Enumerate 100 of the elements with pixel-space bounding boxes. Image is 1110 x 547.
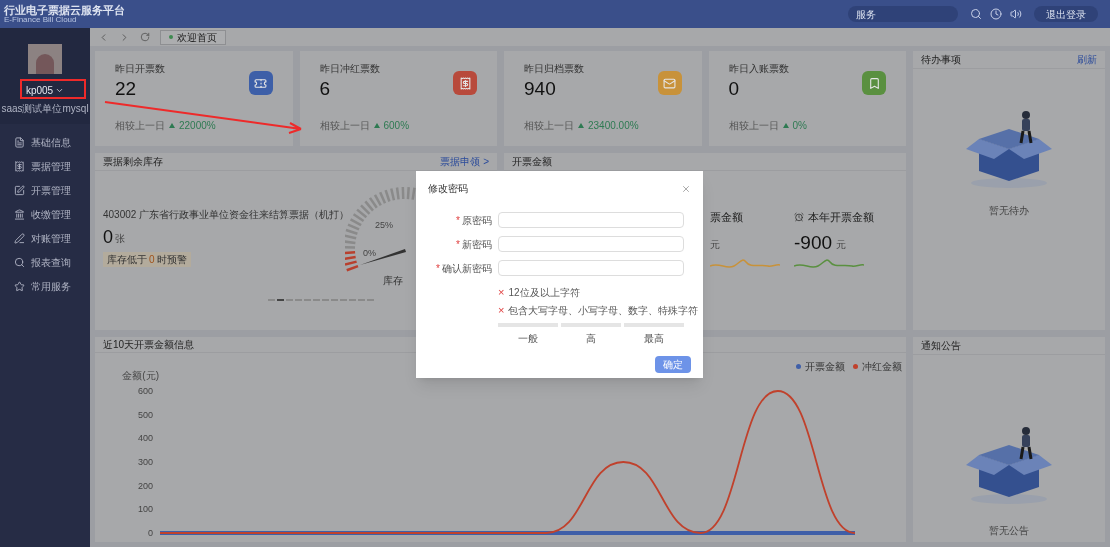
- password-field[interactable]: [498, 212, 684, 228]
- required-mark: *: [456, 237, 460, 252]
- sidebar-item[interactable]: 基础信息: [0, 130, 90, 154]
- stat-label: 昨日开票数: [115, 62, 166, 76]
- caret-icon: [55, 86, 65, 95]
- cross-icon: ×: [498, 305, 505, 316]
- app-title: 行业电子票据云服务平台: [4, 4, 125, 16]
- password-field[interactable]: [498, 260, 684, 276]
- warning-value: 0: [149, 253, 155, 267]
- annotation-box: [20, 79, 86, 99]
- y-tick-label: 200: [137, 480, 153, 491]
- field-label: 新密码: [462, 237, 492, 252]
- user-menu[interactable]: kp005: [25, 83, 65, 98]
- sidebar-item[interactable]: 常用服务: [0, 274, 90, 298]
- y-tick-label: 600: [137, 386, 153, 396]
- sidebar-item[interactable]: 开票管理: [0, 178, 90, 202]
- refresh-icon[interactable]: [140, 32, 150, 42]
- panel-title: 待办事项: [921, 53, 961, 67]
- stat-label: 昨日冲红票数: [319, 62, 381, 76]
- panel-title: 票据剩余库存: [103, 155, 163, 169]
- strength-label: 最高: [644, 332, 664, 346]
- y-tick-label: 500: [137, 409, 153, 420]
- stat-change: 23400.00%: [588, 118, 639, 133]
- amount-unit: 元: [836, 237, 847, 252]
- menu-icon: [14, 256, 25, 268]
- menu-icon: [14, 184, 25, 196]
- stat-value: 6: [319, 77, 332, 101]
- stat-icon: [254, 76, 267, 90]
- dialog-title: 修改密码: [428, 182, 468, 196]
- up-triangle-icon: [578, 122, 584, 128]
- stat-icon: [867, 76, 881, 90]
- sidebar-item[interactable]: 票据管理: [0, 154, 90, 178]
- sidebar-item[interactable]: 对账管理: [0, 226, 90, 250]
- required-mark: *: [456, 213, 460, 228]
- avatar-placeholder: [28, 44, 62, 74]
- stat-change: 0%: [792, 118, 807, 133]
- apply-link[interactable]: 票据申领 >: [440, 154, 489, 169]
- stock-count: 0: [103, 228, 113, 246]
- refresh-link[interactable]: 刷新: [1077, 52, 1097, 67]
- empty-text: 暂无待办: [989, 204, 1029, 218]
- y-tick-label: 400: [137, 433, 153, 444]
- page-tab[interactable]: 欢迎首页: [160, 29, 226, 45]
- menu-icon: [14, 232, 25, 244]
- menu-icon: [14, 280, 25, 292]
- up-triangle-icon: [169, 122, 175, 128]
- password-field[interactable]: [498, 236, 684, 252]
- stat-icon: [458, 76, 472, 90]
- gauge-label: 0%: [363, 247, 376, 260]
- clock-icon[interactable]: [990, 8, 1002, 20]
- amount-unit: 元: [710, 237, 720, 252]
- y-tick-label: 100: [137, 504, 153, 515]
- field-label: 确认新密码: [442, 261, 492, 276]
- y-axis-title: 金额(元): [122, 370, 159, 381]
- app-subtitle: E-Finance Bill Cloud: [4, 15, 77, 24]
- menu-icon: [14, 136, 25, 148]
- stat-change: 600%: [383, 118, 410, 133]
- legend-label: 开票金额: [805, 360, 845, 374]
- menu-icon: [14, 160, 25, 172]
- tab-label: 欢迎首页: [177, 30, 217, 45]
- amount-label: 票金额: [710, 210, 743, 225]
- empty-text: 暂无公告: [989, 524, 1029, 538]
- stat-value: 0: [728, 77, 741, 101]
- stat-icon: [663, 76, 676, 90]
- rule-text: 12位及以上字符: [508, 286, 580, 300]
- up-triangle-icon: [782, 122, 789, 128]
- menu-icon: [14, 208, 25, 220]
- cross-icon: ×: [498, 287, 505, 298]
- stat-change: 22000%: [179, 118, 216, 133]
- warning-text: 时预警: [156, 253, 187, 267]
- search-icon[interactable]: [970, 8, 982, 20]
- panel-title: 开票金额: [512, 155, 552, 169]
- close-icon[interactable]: [681, 183, 691, 194]
- up-triangle-icon: [373, 122, 380, 128]
- stat-label: 昨日归档票数: [524, 62, 585, 76]
- panel-title: 近10天开票金额信息: [103, 338, 195, 352]
- strength-label: 高: [586, 332, 596, 346]
- speaker-icon[interactable]: [1010, 8, 1022, 20]
- search-field[interactable]: 服务: [848, 6, 958, 22]
- stat-label: 昨日入账票数: [728, 62, 790, 76]
- alarm-clock-icon: [794, 212, 804, 223]
- stat-value: 22: [115, 77, 138, 101]
- legend-label: 冲红金额: [862, 360, 902, 374]
- required-mark: *: [436, 261, 440, 276]
- logout-button[interactable]: 退出登录: [1034, 6, 1098, 22]
- field-label: 原密码: [462, 213, 492, 228]
- warning-text: 库存低于: [107, 253, 147, 267]
- strength-label: 一般: [518, 332, 538, 346]
- stat-value: 940: [524, 77, 557, 101]
- user-org: saas测试单位mysql: [1, 102, 89, 116]
- sidebar-item[interactable]: 收缴管理: [0, 202, 90, 226]
- rule-text: 包含大写字母、小写字母、数字、特殊字符: [508, 304, 699, 318]
- amount-value: -900: [794, 232, 833, 252]
- y-tick-label: 300: [137, 457, 153, 467]
- gauge-label: 25%: [375, 219, 393, 232]
- stock-unit: 张: [115, 232, 125, 246]
- y-tick-label: 0: [148, 528, 153, 538]
- amount-label: 本年开票金额: [808, 210, 874, 225]
- sidebar-item[interactable]: 报表查询: [0, 250, 90, 274]
- gauge-label: 库存: [383, 274, 403, 288]
- panel-title: 通知公告: [921, 339, 961, 353]
